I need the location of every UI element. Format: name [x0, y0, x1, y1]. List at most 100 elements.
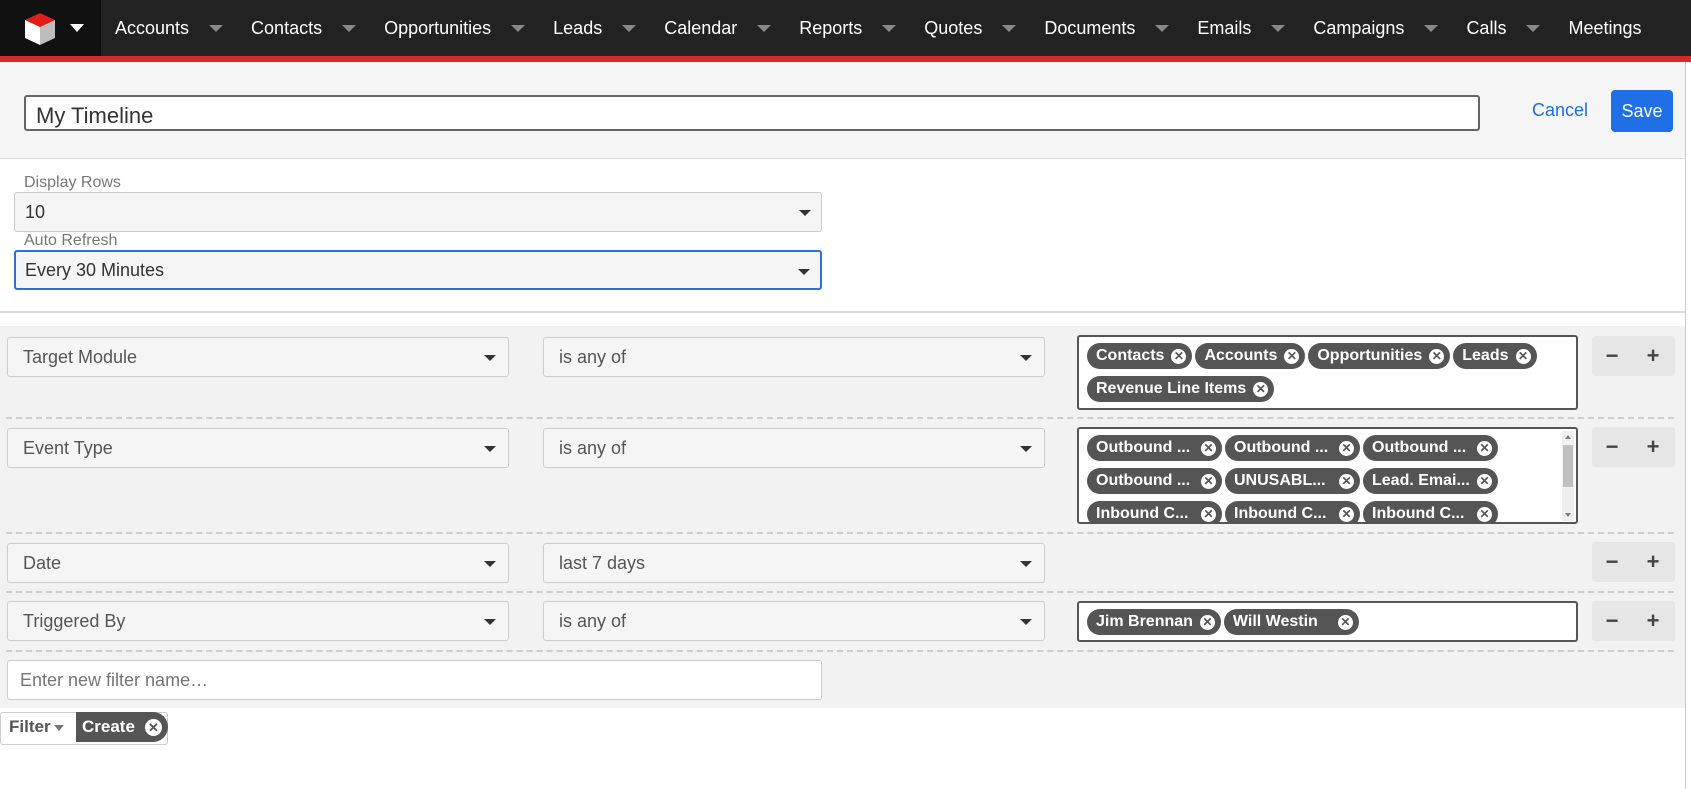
row-actions: − +	[1592, 427, 1675, 467]
nav-item-accounts[interactable]: Accounts	[101, 0, 237, 56]
value-tag: Leads ✕	[1453, 343, 1537, 369]
nav-item-reports[interactable]: Reports	[785, 0, 910, 56]
chevron-down-icon[interactable]	[622, 24, 637, 32]
add-row-button[interactable]: +	[1633, 601, 1673, 641]
filter-values-input[interactable]: Jim Brennan ✕ Will Westin ✕	[1077, 601, 1578, 642]
add-row-button[interactable]: +	[1633, 336, 1673, 376]
row-divider	[6, 591, 1674, 593]
value-tag: Opportunities ✕	[1308, 343, 1451, 369]
auto-refresh-label: Auto Refresh	[24, 232, 118, 249]
filter-name-input[interactable]	[7, 660, 822, 700]
close-icon[interactable]: ✕	[1201, 506, 1216, 522]
filter-dropdown-button[interactable]: Filter	[9, 717, 51, 737]
value-tag-label: Inbound C...	[1372, 505, 1465, 522]
filter-field-select[interactable]: Target Module	[7, 337, 509, 377]
chevron-down-icon	[484, 619, 496, 625]
chevron-down-icon[interactable]	[209, 24, 224, 32]
filter-field-value: Event Type	[23, 438, 113, 458]
close-icon[interactable]: ✕	[1337, 614, 1353, 630]
nav-item-meetings[interactable]: Meetings	[1554, 0, 1641, 56]
filter-operator-select[interactable]: last 7 days	[543, 543, 1045, 583]
nav-item-contacts[interactable]: Contacts	[237, 0, 370, 56]
filter-field-select[interactable]: Date	[7, 543, 509, 583]
chevron-down-icon[interactable]	[342, 24, 357, 32]
cube-logo-icon	[25, 13, 55, 45]
value-tag-label: Will Westin	[1232, 613, 1318, 630]
scroll-thumb[interactable]	[1563, 445, 1573, 487]
filter-operator-value: is any of	[559, 611, 627, 631]
close-icon[interactable]: ✕	[1253, 381, 1269, 397]
close-icon[interactable]: ✕	[1284, 348, 1300, 364]
row-actions: − +	[1592, 601, 1675, 641]
close-icon[interactable]: ✕	[1515, 348, 1531, 364]
add-row-button[interactable]: +	[1633, 427, 1673, 467]
close-icon[interactable]: ✕	[1199, 614, 1215, 630]
nav-item-label: Leads	[553, 17, 603, 38]
close-icon[interactable]: ✕	[1477, 506, 1492, 522]
display-rows-select[interactable]: 10	[14, 192, 822, 232]
nav-item-quotes[interactable]: Quotes	[910, 0, 1030, 56]
chevron-down-icon	[798, 269, 810, 275]
remove-row-button[interactable]: −	[1592, 542, 1632, 582]
nav-item-emails[interactable]: Emails	[1183, 0, 1299, 56]
remove-row-button[interactable]: −	[1592, 601, 1632, 641]
chevron-down-icon[interactable]	[1155, 24, 1170, 32]
value-tag-label: Revenue Line Items	[1096, 380, 1247, 397]
filter-operator-select[interactable]: is any of	[543, 428, 1045, 468]
display-rows-value: 10	[25, 202, 46, 222]
chevron-down-icon[interactable]	[882, 24, 897, 32]
filter-field-select[interactable]: Event Type	[7, 428, 509, 468]
chevron-down-icon[interactable]	[1271, 24, 1286, 32]
dashlet-title-input[interactable]: My Timeline	[24, 95, 1480, 131]
nav-item-calls[interactable]: Calls	[1452, 0, 1554, 56]
close-icon[interactable]: ✕	[1429, 348, 1445, 364]
filter-values-input[interactable]: Outbound ... ✕ Outbound ... ✕ Outbound ... ✕ …	[1077, 427, 1578, 524]
chevron-down-icon	[70, 24, 84, 32]
close-icon[interactable]: ✕	[144, 718, 162, 736]
close-icon[interactable]: ✕	[1339, 473, 1354, 489]
create-filter-label: Create	[82, 717, 135, 736]
filter-field-select[interactable]: Triggered By	[7, 601, 509, 641]
nav-item-label: Emails	[1197, 17, 1252, 38]
value-tag-label: Outbound ...	[1372, 439, 1467, 456]
auto-refresh-select[interactable]: Every 30 Minutes	[14, 250, 822, 290]
close-icon[interactable]: ✕	[1477, 473, 1492, 489]
chevron-down-icon[interactable]	[54, 725, 64, 731]
cancel-button[interactable]: Cancel	[1532, 100, 1588, 121]
chevron-down-icon[interactable]	[1002, 24, 1017, 32]
nav-item-calendar[interactable]: Calendar	[650, 0, 785, 56]
chevron-down-icon	[484, 446, 496, 452]
nav-item-leads[interactable]: Leads	[539, 0, 650, 56]
close-icon[interactable]: ✕	[1201, 473, 1216, 489]
remove-row-button[interactable]: −	[1592, 336, 1632, 376]
close-icon[interactable]: ✕	[1477, 440, 1492, 456]
nav-item-label: Calls	[1466, 17, 1507, 38]
chevron-down-icon[interactable]	[1526, 24, 1541, 32]
chevron-down-icon[interactable]	[511, 24, 526, 32]
scroll-down-arrow-icon[interactable]	[1565, 513, 1571, 517]
close-icon[interactable]: ✕	[1339, 440, 1354, 456]
chevron-down-icon[interactable]	[757, 24, 772, 32]
nav-item-campaigns[interactable]: Campaigns	[1299, 0, 1452, 56]
value-tag-label: Outbound ...	[1096, 472, 1191, 489]
remove-row-button[interactable]: −	[1592, 427, 1632, 467]
nav-item-documents[interactable]: Documents	[1030, 0, 1183, 56]
close-icon[interactable]: ✕	[1339, 506, 1354, 522]
add-row-button[interactable]: +	[1633, 542, 1673, 582]
chevron-down-icon	[1020, 561, 1032, 567]
filter-operator-select[interactable]: is any of	[543, 337, 1045, 377]
value-tag: Outbound ... ✕	[1225, 435, 1360, 461]
nav-item-label: Campaigns	[1313, 17, 1405, 38]
filter-values-input[interactable]: Contacts ✕ Accounts ✕ Opportunities ✕ Leads ✕ Re…	[1077, 335, 1578, 410]
nav-item-label: Calendar	[664, 17, 738, 38]
chevron-down-icon[interactable]	[1424, 24, 1439, 32]
filter-operator-select[interactable]: is any of	[543, 601, 1045, 641]
save-button[interactable]: Save	[1611, 90, 1673, 132]
values-scrollbar[interactable]	[1562, 431, 1574, 521]
value-tag: Accounts ✕	[1195, 343, 1306, 369]
nav-item-opportunities[interactable]: Opportunities	[370, 0, 539, 56]
logo-menu-button[interactable]	[0, 0, 101, 56]
scroll-up-arrow-icon[interactable]	[1565, 435, 1571, 439]
close-icon[interactable]: ✕	[1201, 440, 1216, 456]
close-icon[interactable]: ✕	[1171, 348, 1187, 364]
